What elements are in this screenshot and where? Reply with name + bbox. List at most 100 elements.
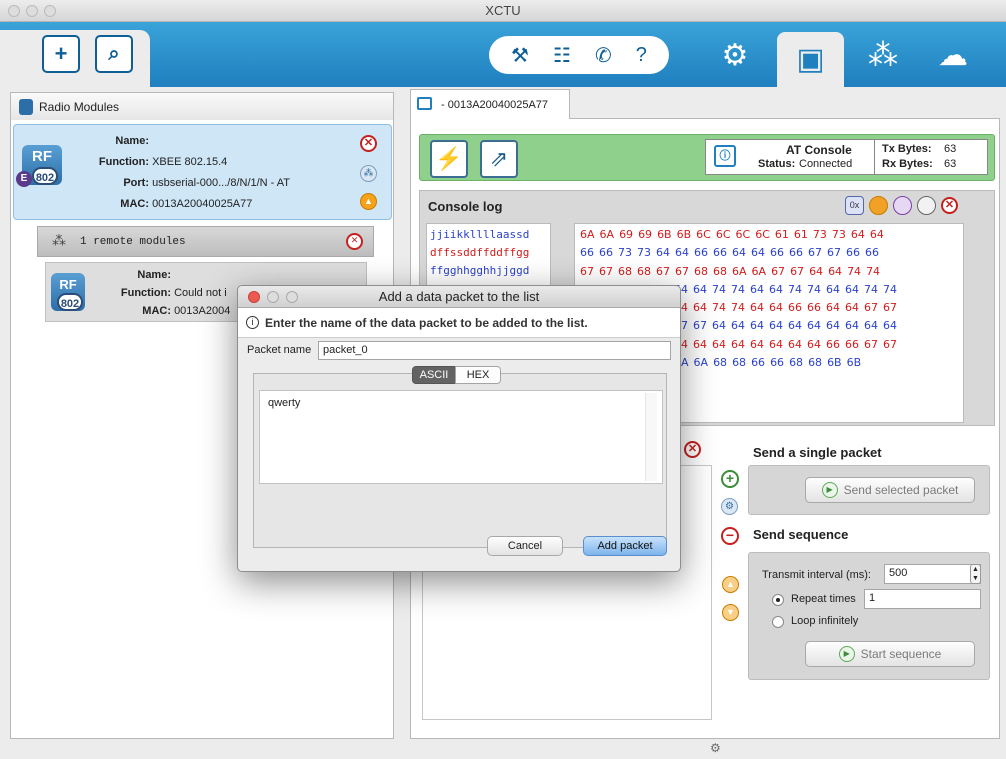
add-device-icon: + bbox=[54, 41, 68, 66]
hex-byte: 64 bbox=[731, 319, 745, 333]
tx-bytes-value: 63 bbox=[944, 143, 957, 155]
add-module-button[interactable]: + bbox=[42, 35, 80, 73]
edit-packet-icon[interactable]: ⚙ bbox=[721, 498, 738, 515]
remote-function-value: Could not i bbox=[174, 287, 227, 299]
interval-stepper[interactable]: ▲ ▼ bbox=[970, 564, 981, 584]
hex-byte: 64 bbox=[807, 337, 821, 351]
hex-byte: 66 bbox=[845, 337, 859, 351]
cancel-button[interactable]: Cancel bbox=[487, 536, 563, 556]
repeat-radio[interactable] bbox=[772, 594, 784, 606]
lock-icon[interactable] bbox=[917, 196, 936, 215]
radio-module-icon bbox=[19, 99, 33, 115]
mac-label: MAC: bbox=[120, 198, 149, 210]
hex-byte: 74 bbox=[731, 301, 745, 315]
zoom-window-button[interactable] bbox=[44, 5, 56, 17]
hex-byte: 64 bbox=[656, 246, 670, 260]
repeat-times-input[interactable]: 1 bbox=[864, 589, 981, 609]
cloud-mode-button[interactable]: ☁ bbox=[932, 34, 974, 76]
hex-byte: 66 bbox=[694, 246, 708, 260]
hex-byte: 67 bbox=[771, 264, 786, 278]
status-label: Status: bbox=[758, 158, 796, 170]
loop-radio[interactable] bbox=[772, 616, 784, 628]
hex-byte: 64 bbox=[788, 337, 802, 351]
remove-module-icon[interactable]: ✕ bbox=[360, 135, 377, 152]
tools-group: ⚒ ☷ ✆ ? bbox=[489, 36, 669, 74]
hex-byte: 66 bbox=[826, 337, 840, 351]
packet-list-close-icon[interactable]: ✕ bbox=[684, 441, 701, 458]
remove-packet-icon[interactable]: − bbox=[721, 527, 739, 545]
ascii-tab[interactable]: ASCII bbox=[412, 366, 456, 384]
start-sequence-button[interactable]: ▶ Start sequence bbox=[805, 641, 975, 667]
clear-log-icon[interactable] bbox=[869, 196, 888, 215]
play-icon: ▶ bbox=[838, 646, 855, 662]
interval-label: Transmit interval (ms): bbox=[762, 569, 871, 581]
dialog-close-button[interactable] bbox=[248, 291, 260, 303]
close-log-icon[interactable]: ✕ bbox=[941, 197, 958, 214]
function-value: XBEE 802.15.4 bbox=[152, 156, 228, 168]
configuration-mode-button[interactable]: ⚙ bbox=[714, 34, 756, 76]
info-icon: i bbox=[246, 316, 259, 329]
hex-byte: 68 bbox=[789, 356, 804, 370]
tools-icon[interactable]: ⚒ bbox=[511, 43, 529, 68]
hex-byte: 67 bbox=[790, 264, 805, 278]
hex-byte: 67 bbox=[883, 337, 897, 351]
add-packet-icon[interactable]: + bbox=[721, 470, 739, 488]
hex-byte: 64 bbox=[826, 282, 840, 296]
hex-toggle-icon[interactable]: 0x bbox=[845, 196, 864, 215]
detach-button[interactable]: ⇗ bbox=[480, 140, 518, 178]
consoles-mode-button[interactable]: ▣ bbox=[777, 32, 844, 87]
help-icon[interactable]: ? bbox=[636, 44, 647, 67]
hex-byte: 66 bbox=[770, 356, 785, 370]
move-up-icon[interactable]: ▲ bbox=[722, 576, 739, 593]
plug-icon: ⚡ bbox=[435, 146, 463, 171]
radio-modules-title: Radio Modules bbox=[39, 100, 120, 114]
hex-byte: 61 bbox=[793, 228, 808, 241]
move-down-icon[interactable]: ▼ bbox=[722, 604, 739, 621]
save-log-icon[interactable] bbox=[893, 196, 912, 215]
mac-value: 0013A20040025A77 bbox=[152, 198, 253, 210]
local-module-card[interactable]: RF 802 E Name: Function: XBEE 802.15.4 P… bbox=[13, 124, 392, 220]
discover-remote-icon[interactable]: ⁂ bbox=[360, 165, 377, 182]
packet-name-input[interactable]: packet_0 bbox=[318, 341, 671, 360]
remote-modules-bar[interactable]: ⁂ 1 remote modules ✕ bbox=[37, 226, 374, 257]
packet-content-textarea[interactable]: qwerty bbox=[259, 390, 663, 484]
profiles-icon[interactable]: ☷ bbox=[553, 43, 571, 68]
hex-byte: 74 bbox=[866, 264, 881, 278]
play-icon: ▶ bbox=[821, 482, 838, 498]
hex-byte: 67 bbox=[883, 301, 897, 315]
network-mode-button[interactable]: ⁂ bbox=[862, 34, 904, 76]
hex-byte: 64 bbox=[807, 319, 821, 333]
feedback-icon[interactable]: ✆ bbox=[595, 43, 612, 68]
discover-modules-button[interactable]: ⌕ bbox=[95, 35, 133, 73]
add-packet-button[interactable]: Add packet bbox=[583, 536, 667, 556]
name-label: Name: bbox=[115, 135, 149, 147]
hex-byte: 68 bbox=[694, 264, 708, 278]
status-bar-icon: ⚙ bbox=[710, 741, 721, 755]
hex-byte: 64 bbox=[769, 282, 783, 296]
hex-byte: 67 bbox=[864, 337, 878, 351]
minimize-window-button[interactable] bbox=[26, 5, 38, 17]
hex-byte: 68 bbox=[637, 264, 651, 278]
hex-line: 6A 6A 69 69 6B 6B 6C 6C 6C 6C 61 61 73 73 64 64 bbox=[580, 226, 958, 244]
console-tab[interactable]: - 0013A20040025A77 bbox=[410, 89, 570, 119]
remote-function-label: Function: bbox=[120, 287, 171, 299]
repeat-label: Repeat times bbox=[791, 593, 856, 605]
textarea-scrollbar[interactable] bbox=[645, 393, 657, 481]
send-selected-packet-button[interactable]: ▶ Send selected packet bbox=[805, 477, 975, 503]
hex-byte: 64 bbox=[693, 282, 707, 296]
hex-byte: 74 bbox=[712, 282, 726, 296]
hex-byte: 67 bbox=[599, 264, 613, 278]
collapse-icon[interactable]: ▲ bbox=[360, 193, 377, 210]
send-single-panel: ▶ Send selected packet bbox=[748, 465, 990, 515]
function-label: Function: bbox=[98, 156, 149, 168]
remove-remote-icon[interactable]: ✕ bbox=[346, 233, 363, 250]
remote-nodes-icon: ⁂ bbox=[52, 234, 66, 250]
interval-input[interactable]: 500 ▲ ▼ bbox=[884, 564, 981, 584]
hex-byte: 64 bbox=[809, 264, 824, 278]
close-window-button[interactable] bbox=[8, 5, 20, 17]
hex-byte: 64 bbox=[693, 301, 707, 315]
rf-module-icon: RF 802 E bbox=[16, 145, 62, 187]
connect-button[interactable]: ⚡ bbox=[430, 140, 468, 178]
network-icon: ⁂ bbox=[868, 38, 898, 72]
hex-tab[interactable]: HEX bbox=[455, 366, 501, 384]
